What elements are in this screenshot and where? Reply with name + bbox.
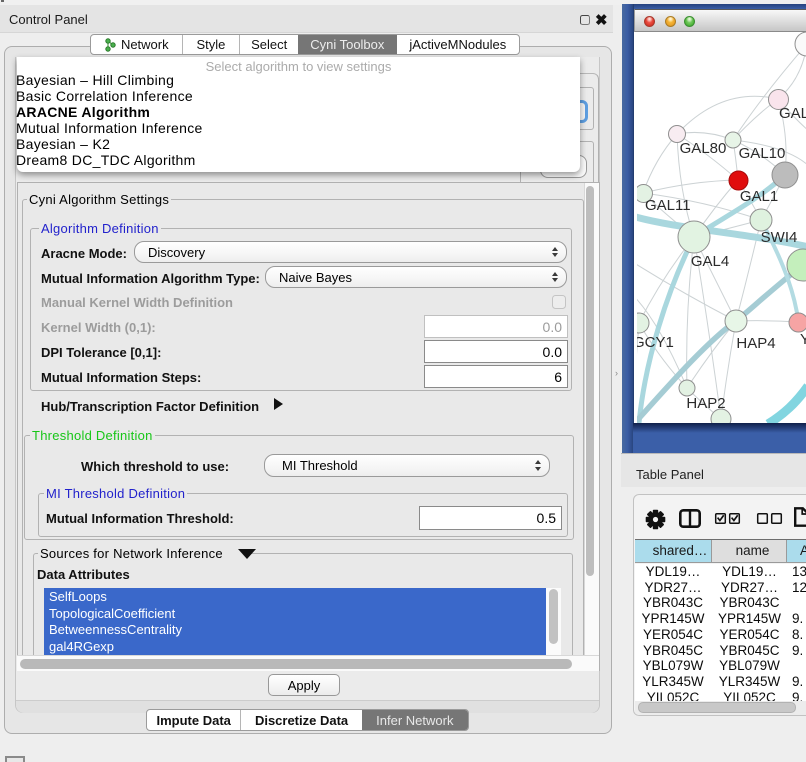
svg-text:HAP2: HAP2	[686, 395, 725, 412]
svg-text:GAL10: GAL10	[739, 145, 786, 162]
svg-text:HAP4: HAP4	[736, 335, 775, 352]
svg-text:GAL80: GAL80	[680, 140, 727, 157]
svg-text:GCY1: GCY1	[637, 334, 674, 351]
svg-text:SWI4: SWI4	[761, 229, 798, 246]
svg-text:GAL7: GAL7	[779, 105, 806, 122]
svg-text:GAL4: GAL4	[691, 253, 729, 270]
svg-text:GAL11: GAL11	[645, 197, 691, 214]
svg-text:GAL1: GAL1	[740, 188, 778, 205]
svg-text:Y: Y	[800, 331, 806, 348]
